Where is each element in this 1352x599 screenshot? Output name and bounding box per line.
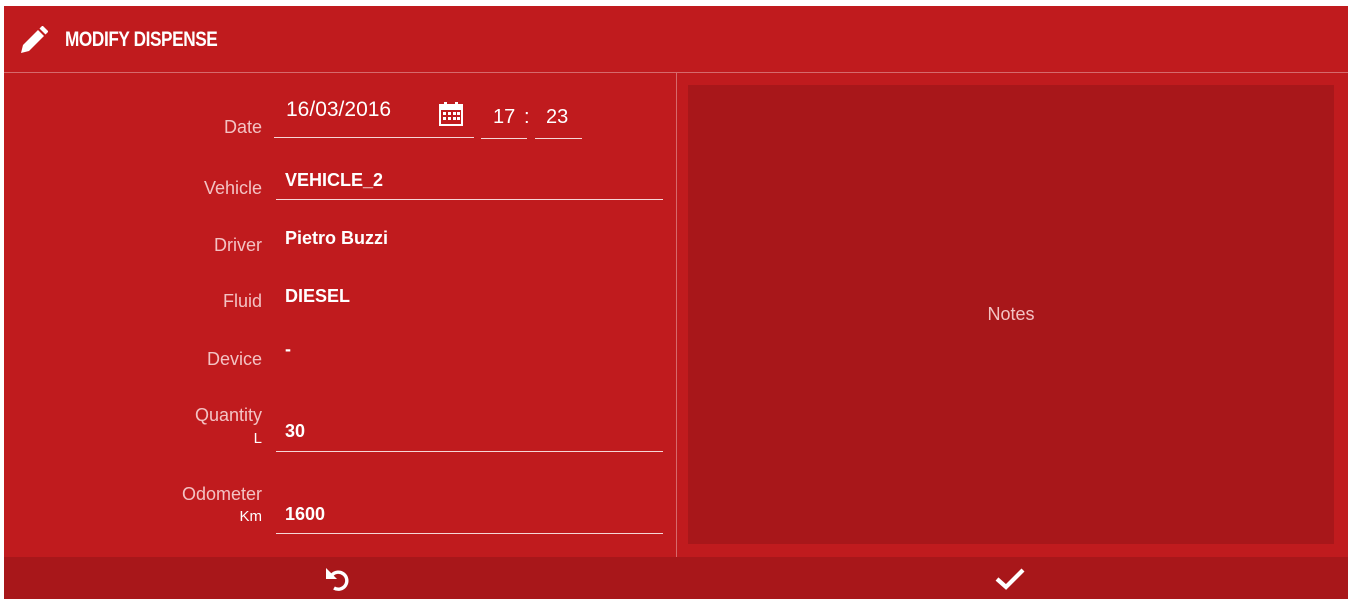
time-minute-underline bbox=[535, 138, 582, 139]
time-hour-underline bbox=[481, 138, 527, 139]
checkmark-icon bbox=[995, 568, 1025, 590]
footer-bar bbox=[4, 557, 1348, 599]
device-value: - bbox=[285, 339, 291, 359]
undo-icon bbox=[326, 568, 349, 591]
title-bar: MODIFY DISPENSE bbox=[4, 6, 1348, 73]
device-label: Device bbox=[206, 349, 262, 369]
undo-button[interactable] bbox=[4, 557, 676, 599]
dialog-title: MODIFY DISPENSE bbox=[65, 28, 218, 51]
quantity-value[interactable]: 30 bbox=[285, 421, 305, 442]
odometer-value[interactable]: 1600 bbox=[285, 504, 325, 525]
quantity-underline bbox=[276, 451, 663, 452]
fluid-label: Fluid bbox=[222, 291, 262, 311]
date-label: Date bbox=[223, 117, 262, 137]
vehicle-underline bbox=[276, 199, 663, 200]
driver-label: Driver bbox=[214, 235, 262, 255]
time-hour-value[interactable]: 17 bbox=[493, 106, 515, 129]
column-divider bbox=[676, 73, 677, 557]
odometer-unit: Km bbox=[239, 508, 263, 525]
quantity-unit: L bbox=[253, 430, 262, 447]
calendar-icon[interactable] bbox=[438, 102, 464, 126]
confirm-button[interactable] bbox=[676, 557, 1348, 599]
time-minute-value[interactable]: 23 bbox=[546, 106, 568, 129]
date-underline bbox=[274, 137, 474, 138]
modify-dispense-dialog: MODIFY DISPENSE Date 16/03/2016 17 : 23 … bbox=[4, 6, 1348, 599]
odometer-underline bbox=[276, 533, 663, 534]
vehicle-label: Vehicle bbox=[203, 178, 262, 198]
fluid-value: DIESEL bbox=[285, 286, 351, 306]
quantity-label: Quantity bbox=[194, 405, 262, 425]
vehicle-value[interactable]: VEHICLE_2 bbox=[285, 170, 383, 191]
time-separator: : bbox=[524, 106, 530, 128]
odometer-label: Odometer bbox=[181, 484, 262, 504]
date-value[interactable]: 16/03/2016 bbox=[286, 98, 391, 122]
pencil-icon bbox=[21, 26, 48, 53]
notes-label: Notes bbox=[987, 304, 1035, 324]
driver-value: Pietro Buzzi bbox=[285, 228, 389, 248]
notes-area[interactable]: Notes bbox=[688, 85, 1334, 544]
